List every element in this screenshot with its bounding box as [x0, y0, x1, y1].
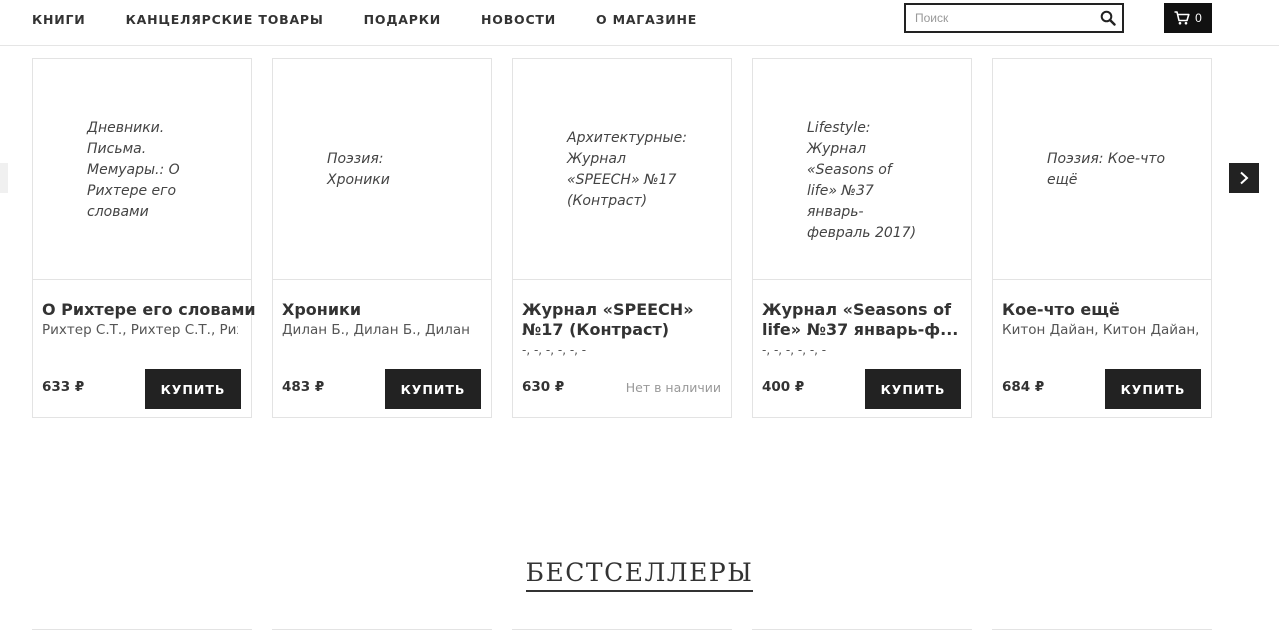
site-header: КНИГИ КАНЦЕЛЯРСКИЕ ТОВАРЫ ПОДАРКИ НОВОСТ…	[0, 0, 1279, 46]
nav-item-stationery[interactable]: КАНЦЕЛЯРСКИЕ ТОВАРЫ	[126, 12, 324, 27]
nav-item-gifts[interactable]: ПОДАРКИ	[364, 12, 441, 27]
product-price: 630 ₽	[522, 379, 565, 395]
cover-text: Архитектурные: Журнал «SPEECH» №17 (Конт…	[567, 130, 687, 209]
buy-button[interactable]: КУПИТЬ	[865, 369, 961, 409]
main-nav: КНИГИ КАНЦЕЛЯРСКИЕ ТОВАРЫ ПОДАРКИ НОВОСТ…	[32, 0, 737, 38]
search-input[interactable]	[906, 5, 1096, 31]
product-authors: Дилан Б., Дилан Б., Дилан Б.	[282, 322, 472, 338]
search-icon[interactable]	[1100, 10, 1116, 26]
book-cover[interactable]: Поэзия: Хроники	[273, 59, 491, 280]
product-title[interactable]: Журнал «SPEECH» №17 (Контраст)	[522, 300, 727, 340]
carousel-prev-button[interactable]	[0, 163, 8, 193]
buy-button[interactable]: КУПИТЬ	[1105, 369, 1201, 409]
cover-text: Поэзия: Кое-что ещё	[1047, 151, 1166, 188]
product-price: 633 ₽	[42, 379, 85, 395]
product-price: 684 ₽	[1002, 379, 1045, 395]
nav-item-books[interactable]: КНИГИ	[32, 12, 86, 27]
cart-count: 0	[1195, 11, 1202, 25]
product-title[interactable]: Журнал «Seasons of life» №37 январь-ф...	[762, 300, 967, 340]
book-cover[interactable]: Lifestyle: Журнал «Seasons of life» №37 …	[753, 59, 971, 280]
product-card[interactable]: Архитектурные: Журнал «SPEECH» №17 (Конт…	[512, 58, 732, 418]
book-cover[interactable]: Дневники. Письма. Мемуары.: О Рихтере ег…	[33, 59, 251, 280]
chevron-right-icon	[1240, 171, 1249, 185]
cart-icon	[1174, 11, 1190, 25]
product-authors: -, -, -, -, -, -	[522, 343, 587, 357]
book-cover[interactable]: Архитектурные: Журнал «SPEECH» №17 (Конт…	[513, 59, 731, 280]
product-title[interactable]: Хроники	[282, 300, 487, 320]
search-box	[904, 3, 1124, 33]
availability-status: Нет в наличии	[625, 380, 721, 395]
product-authors: -, -, -, -, -, -	[762, 343, 827, 357]
section-heading: БЕСТСЕЛЛЕРЫ	[525, 558, 754, 592]
product-authors: Китон Дайан, Китон Дайан, Китон Дайан	[1002, 322, 1198, 338]
carousel-next-button[interactable]	[1229, 163, 1259, 193]
bestsellers-section: БЕСТСЕЛЛЕРЫ	[0, 558, 1279, 592]
product-card[interactable]: Lifestyle: Журнал «Seasons of life» №37 …	[752, 58, 972, 418]
product-card[interactable]: Поэзия: Кое-что ещё Кое-что ещё Китон Да…	[992, 58, 1212, 418]
product-price: 400 ₽	[762, 379, 805, 395]
nav-item-about[interactable]: О МАГАЗИНЕ	[596, 12, 697, 27]
product-title[interactable]: О Рихтере его словами	[42, 300, 256, 320]
cover-text: Поэзия: Хроники	[327, 151, 390, 188]
product-card[interactable]: Дневники. Письма. Мемуары.: О Рихтере ег…	[32, 58, 256, 418]
nav-item-news[interactable]: НОВОСТИ	[481, 12, 556, 27]
cart-button[interactable]: 0	[1164, 3, 1212, 33]
cover-text: Lifestyle: Журнал «Seasons of life» №37 …	[807, 120, 917, 241]
book-cover[interactable]: Поэзия: Кое-что ещё	[993, 59, 1211, 280]
buy-button[interactable]: КУПИТЬ	[145, 369, 241, 409]
product-card[interactable]: Поэзия: Хроники Хроники Дилан Б., Дилан …	[272, 58, 492, 418]
product-title[interactable]: Кое-что ещё	[1002, 300, 1207, 320]
product-price: 483 ₽	[282, 379, 325, 395]
buy-button[interactable]: КУПИТЬ	[385, 369, 481, 409]
cover-text: Дневники. Письма. Мемуары.: О Рихтере ег…	[87, 120, 180, 220]
product-authors: Рихтер С.Т., Рихтер С.Т., Рихтер С.Т.	[42, 322, 238, 338]
